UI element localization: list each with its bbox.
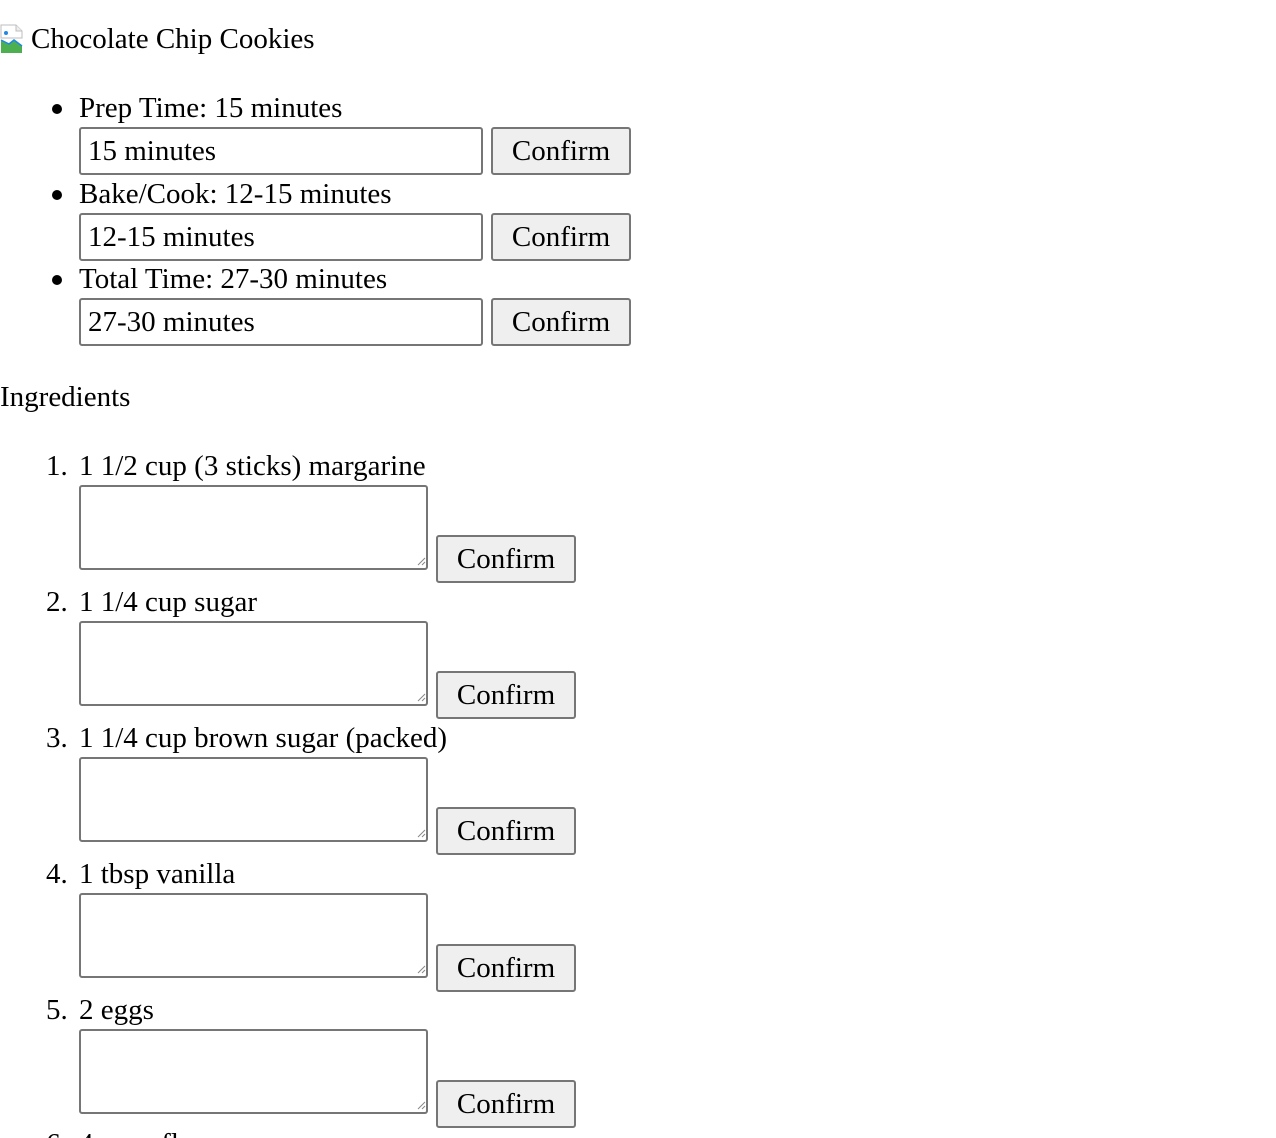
bake-time-label: Bake/Cook: 12-15 minutes xyxy=(52,178,392,210)
ingredient-item: 3. 1 1/4 cup brown sugar (packed) xyxy=(46,721,448,755)
recipe-title-row: Chocolate Chip Cookies xyxy=(0,22,315,56)
ingredient-confirm-button[interactable]: Confirm xyxy=(436,944,576,992)
ingredient-number: 2. xyxy=(46,586,68,618)
resize-grip-icon[interactable] xyxy=(416,1100,426,1110)
ingredient-number: 1. xyxy=(46,450,68,482)
total-time-label: Total Time: 27-30 minutes xyxy=(51,263,388,295)
resize-grip-icon[interactable] xyxy=(416,692,426,702)
ingredients-heading: Ingredients xyxy=(0,381,131,413)
total-time-input[interactable] xyxy=(79,298,483,346)
prep-time-label: Prep Time: 15 minutes xyxy=(51,92,343,124)
ingredient-item: 2. 1 1/4 cup sugar xyxy=(46,585,257,619)
ingredient-number: 3. xyxy=(46,722,68,754)
ingredient-note-textarea[interactable] xyxy=(79,893,428,978)
ingredient-number: 5. xyxy=(46,994,68,1026)
bake-time-confirm-button[interactable]: Confirm xyxy=(491,213,631,261)
ingredient-confirm-button[interactable]: Confirm xyxy=(436,1080,576,1128)
ingredient-item: 4. 1 tbsp vanilla xyxy=(46,857,236,891)
prep-time-confirm-button[interactable]: Confirm xyxy=(491,127,631,175)
ingredient-text: 4 cups flour xyxy=(79,1128,218,1138)
total-time-confirm-button[interactable]: Confirm xyxy=(491,298,631,346)
ingredient-item: 6. 4 cups flour xyxy=(46,1127,218,1138)
ingredient-text: 1 1/4 cup sugar xyxy=(79,586,257,618)
ingredient-confirm-button[interactable]: Confirm xyxy=(436,535,576,583)
recipe-page: Chocolate Chip Cookies Prep Time: 15 min… xyxy=(0,0,1276,1138)
ingredient-text: 2 eggs xyxy=(79,994,154,1026)
bake-time-input[interactable] xyxy=(79,213,483,261)
ingredient-number: 4. xyxy=(46,858,68,890)
resize-grip-icon[interactable] xyxy=(416,964,426,974)
ingredient-text: 1 tbsp vanilla xyxy=(79,858,236,890)
ingredient-note-textarea[interactable] xyxy=(79,757,428,842)
ingredient-confirm-button[interactable]: Confirm xyxy=(436,671,576,719)
broken-image-icon xyxy=(0,24,30,54)
recipe-title: Chocolate Chip Cookies xyxy=(31,23,315,55)
resize-grip-icon[interactable] xyxy=(416,556,426,566)
ingredient-note-textarea[interactable] xyxy=(79,485,428,570)
ingredient-note-textarea[interactable] xyxy=(79,1029,428,1114)
ingredient-text: 1 1/2 cup (3 sticks) margarine xyxy=(79,450,426,482)
resize-grip-icon[interactable] xyxy=(416,828,426,838)
ingredient-note-textarea[interactable] xyxy=(79,621,428,706)
ingredient-text: 1 1/4 cup brown sugar (packed) xyxy=(79,722,448,754)
ingredient-item: 1. 1 1/2 cup (3 sticks) margarine xyxy=(46,449,426,483)
ingredient-number: 6. xyxy=(46,1127,68,1138)
prep-time-input[interactable] xyxy=(79,127,483,175)
ingredient-item: 5. 2 eggs xyxy=(46,993,154,1027)
ingredient-confirm-button[interactable]: Confirm xyxy=(436,807,576,855)
